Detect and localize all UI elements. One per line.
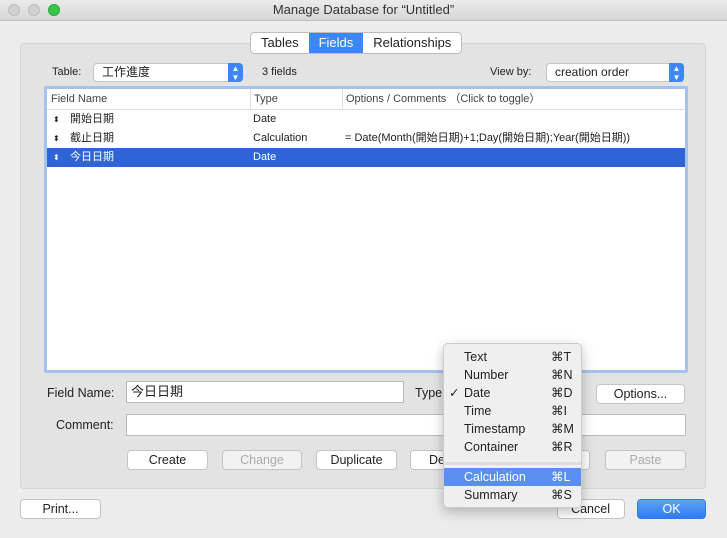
window-title: Manage Database for “Untitled” (272, 2, 455, 17)
column-field-name[interactable]: Field Name (51, 89, 107, 110)
shortcut: ⌘N (551, 368, 573, 382)
column-options[interactable]: Options / Comments （Click to toggle） (342, 89, 540, 110)
field-name: 截止日期 (70, 132, 114, 144)
menu-label: Container (464, 440, 519, 454)
field-type: Calculation (253, 132, 308, 144)
field-name: 今日日期 (70, 151, 114, 163)
menu-item-number[interactable]: Number ⌘N (444, 366, 581, 384)
menu-label: Date (464, 386, 491, 400)
comment-input[interactable] (126, 414, 686, 436)
fields-list[interactable]: Field Name Type Options / Comments （Clic… (44, 86, 688, 373)
title-bar: Manage Database for “Untitled” (0, 0, 727, 21)
menu-separator (444, 462, 581, 465)
table-row[interactable]: ⬍ 開始日期 Date (47, 110, 685, 129)
duplicate-button[interactable]: Duplicate (316, 450, 397, 470)
chevron-updown-icon: ▲ ▼ (228, 63, 243, 82)
viewby-value: creation order (555, 65, 630, 79)
menu-label: Time (464, 404, 492, 418)
paste-button: Paste (605, 450, 686, 470)
menu-item-container[interactable]: Container ⌘R (444, 438, 581, 456)
shortcut: ⌘I (551, 404, 567, 418)
column-type[interactable]: Type (250, 89, 278, 110)
shortcut: ⌘L (551, 470, 571, 484)
shortcut: ⌘M (551, 422, 574, 436)
drag-handle-icon[interactable]: ⬍ (53, 129, 60, 148)
tab-relationships[interactable]: Relationships (363, 33, 461, 53)
change-button: Change (222, 450, 302, 470)
menu-item-calculation[interactable]: Calculation ⌘L (444, 468, 581, 486)
field-name: 開始日期 (70, 113, 114, 125)
menu-item-summary[interactable]: Summary ⌘S (444, 486, 581, 504)
shortcut: ⌘R (551, 440, 573, 454)
list-header: Field Name Type Options / Comments （Clic… (47, 89, 685, 110)
field-count: 3 fields (262, 66, 297, 78)
viewby-popup[interactable]: creation order ▲ ▼ (546, 63, 684, 82)
close-window-button[interactable] (8, 4, 20, 16)
menu-label: Summary (464, 488, 518, 502)
field-type: Date (253, 113, 277, 125)
menu-label: Timestamp (464, 422, 526, 436)
shortcut: ⌘T (551, 350, 572, 364)
zoom-window-button[interactable] (48, 4, 60, 16)
menu-label: Number (464, 368, 509, 382)
tab-bar: Tables Fields Relationships (250, 32, 463, 54)
checkmark-icon: ✓ (449, 386, 460, 400)
viewby-label: View by: (490, 66, 532, 78)
menu-label: Calculation (464, 470, 526, 484)
comment-label: Comment: (56, 418, 114, 432)
type-label: Type (415, 386, 443, 400)
field-name-label: Field Name: (47, 386, 115, 400)
field-options: = Date(Month(開始日期)+1;Day(開始日期);Year(開始日期… (345, 132, 631, 144)
menu-item-time[interactable]: Time ⌘I (444, 402, 581, 420)
table-label: Table: (52, 66, 82, 78)
drag-handle-icon[interactable]: ⬍ (53, 148, 60, 167)
minimize-window-button[interactable] (28, 4, 40, 16)
table-value: 工作進度 (102, 65, 151, 79)
table-row[interactable]: ⬍ 截止日期 Calculation = Date(Month(開始日期)+1;… (47, 129, 685, 148)
menu-item-timestamp[interactable]: Timestamp ⌘M (444, 420, 581, 438)
tab-tables[interactable]: Tables (251, 33, 309, 53)
field-name-input[interactable]: 今日日期 (126, 381, 404, 403)
tab-fields[interactable]: Fields (308, 33, 364, 53)
shortcut: ⌘S (551, 488, 572, 502)
shortcut: ⌘D (551, 386, 573, 400)
menu-item-date[interactable]: ✓ Date ⌘D (444, 384, 581, 402)
type-menu: Text ⌘T Number ⌘N ✓ Date ⌘D Time ⌘I Timestamp… (443, 343, 582, 508)
drag-handle-icon[interactable]: ⬍ (53, 110, 60, 129)
menu-item-text[interactable]: Text ⌘T (444, 348, 581, 366)
options-button[interactable]: Options... (596, 384, 685, 404)
table-popup[interactable]: 工作進度 ▲ ▼ (93, 63, 243, 82)
field-type: Date (253, 151, 277, 163)
table-row-selected[interactable]: ⬍ 今日日期 Date (47, 148, 685, 167)
menu-label: Text (464, 350, 487, 364)
chevron-updown-icon: ▲ ▼ (669, 63, 684, 82)
print-button[interactable]: Print... (20, 499, 101, 519)
ok-button[interactable]: OK (637, 499, 706, 519)
create-button[interactable]: Create (127, 450, 208, 470)
